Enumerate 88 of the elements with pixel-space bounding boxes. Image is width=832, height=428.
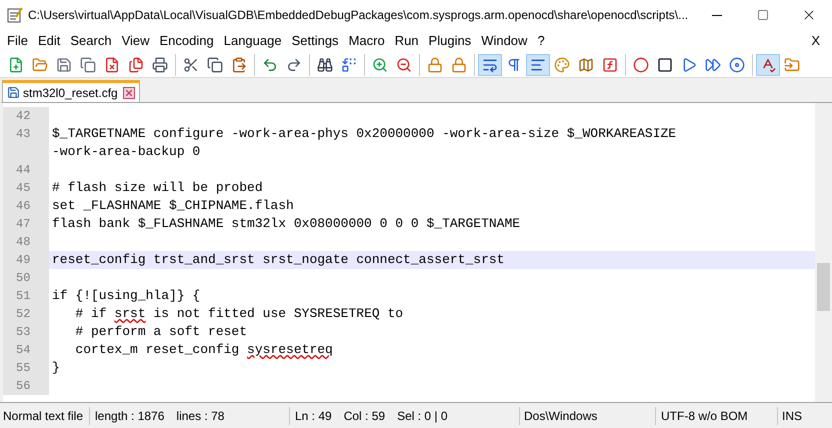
fast-forward-icon <box>705 56 721 72</box>
redo-icon <box>286 56 302 72</box>
line-number: 46 <box>3 197 49 215</box>
code-text: if {![using_hla]} { <box>51 287 202 305</box>
tab-close-button[interactable] <box>122 86 135 98</box>
line-number: 42 <box>3 107 49 125</box>
line-number: 55 <box>3 359 49 377</box>
menu-item[interactable]: ? <box>532 31 550 51</box>
close-all-icon <box>128 56 144 72</box>
replace-icon <box>341 56 357 72</box>
lock-icon <box>451 56 467 72</box>
pilcrow-icon <box>506 56 522 72</box>
length-text: length : 1876 <box>95 408 164 424</box>
menu-item[interactable]: View <box>116 31 155 51</box>
scrollbar[interactable] <box>815 103 832 402</box>
line-number: 47 <box>3 215 49 233</box>
menu-item[interactable]: Settings <box>286 31 344 51</box>
file-type: Normal text file <box>0 406 90 424</box>
print-icon <box>152 56 168 72</box>
palette-icon <box>554 56 570 72</box>
selection-text: Sel : 0 | 0 <box>397 408 448 424</box>
play-icon <box>681 56 697 72</box>
zoom-in-icon <box>372 56 388 72</box>
word-wrap-icon <box>482 56 498 72</box>
line-number: 49 <box>3 251 49 269</box>
code-text: # if srst is not fitted use SYSRESETREQ to <box>74 305 404 323</box>
code-text: $_TARGETNAME configure -work-area-phys 0x20000000 -work-area-size $_WORKAREASIZE <box>51 125 678 143</box>
stop-icon <box>657 56 673 72</box>
menu-item[interactable]: Edit <box>32 31 66 51</box>
lock-icon <box>427 56 443 72</box>
close-icon <box>124 88 134 98</box>
line-number: 50 <box>3 269 49 287</box>
new-file-icon <box>8 56 24 72</box>
line-number: 43 <box>3 125 49 143</box>
line-number: 54 <box>3 341 49 359</box>
menu-item[interactable]: File <box>2 31 33 51</box>
zoom-out-icon <box>396 56 412 72</box>
code-text: -work-area-backup 0 <box>51 143 200 161</box>
line-number: 52 <box>3 305 49 323</box>
code-text: # flash size will be probed <box>51 179 264 197</box>
encoding: UTF-8 w/o BOM <box>656 406 778 424</box>
menu-item[interactable]: Encoding <box>154 31 219 51</box>
line-number: 51 <box>3 287 49 305</box>
code-text: set _FLASHNAME $_CHIPNAME.flash <box>51 197 295 215</box>
menu-item[interactable]: Run <box>390 31 424 51</box>
notepad-icon <box>7 7 23 23</box>
line-number: 56 <box>3 377 49 395</box>
menu-item[interactable]: Plugins <box>424 31 476 51</box>
maximize-icon <box>757 9 769 21</box>
insert-mode: INS <box>781 408 804 424</box>
line-number: 44 <box>3 161 49 179</box>
copy-icon <box>207 56 223 72</box>
binoculars-icon <box>317 56 333 72</box>
menu-item[interactable]: Window <box>476 31 532 51</box>
scissors-icon <box>183 56 199 72</box>
column-position: Col : 59 <box>344 408 386 424</box>
line-number: 45 <box>3 179 49 197</box>
close-file-icon <box>104 56 120 72</box>
menu-item[interactable]: Language <box>218 31 287 51</box>
toolbar-button[interactable] <box>478 54 502 76</box>
close-document-button[interactable]: X <box>811 31 820 51</box>
toolbar-button[interactable] <box>526 54 550 76</box>
scrollbar-thumb[interactable] <box>817 263 830 311</box>
window-title: C:\Users\virtual\AppData\Local\VisualGDB\EmbeddedDebugPackages\com.sysprogs.arm.openocd\share\openocd\scripts\... <box>28 7 688 24</box>
map-icon <box>578 56 594 72</box>
minimize-icon <box>712 14 722 16</box>
record-icon <box>633 56 649 72</box>
line-position: Ln : 49 <box>295 408 332 424</box>
indent-guide-icon <box>530 56 546 72</box>
line-number: 48 <box>3 233 49 251</box>
code-text: } <box>51 359 61 377</box>
toolbar-button[interactable] <box>756 54 780 76</box>
save-icon <box>56 56 72 72</box>
menu-item[interactable]: Macro <box>344 31 390 51</box>
file-tab[interactable]: stm32l0_reset.cfg <box>2 80 140 102</box>
line-number: 53 <box>3 323 49 341</box>
paste-icon <box>231 56 247 72</box>
undo-icon <box>262 56 278 72</box>
code-text: flash bank $_FLASHNAME stm32lx 0x08000000 0 0 0 $_TARGETNAME <box>51 215 522 233</box>
code-text: # perform a soft reset <box>74 323 248 341</box>
open-folder-icon <box>32 56 48 72</box>
lines-text: lines : 78 <box>176 408 224 424</box>
menu-item[interactable]: Search <box>65 31 117 51</box>
line-ending: Dos\Windows <box>520 406 656 424</box>
tab-label: stm32l0_reset.cfg <box>23 84 118 102</box>
folder-icon <box>784 56 800 72</box>
function-icon <box>602 56 618 72</box>
code-text: cortex_m reset_config sysresetreq <box>74 341 334 359</box>
